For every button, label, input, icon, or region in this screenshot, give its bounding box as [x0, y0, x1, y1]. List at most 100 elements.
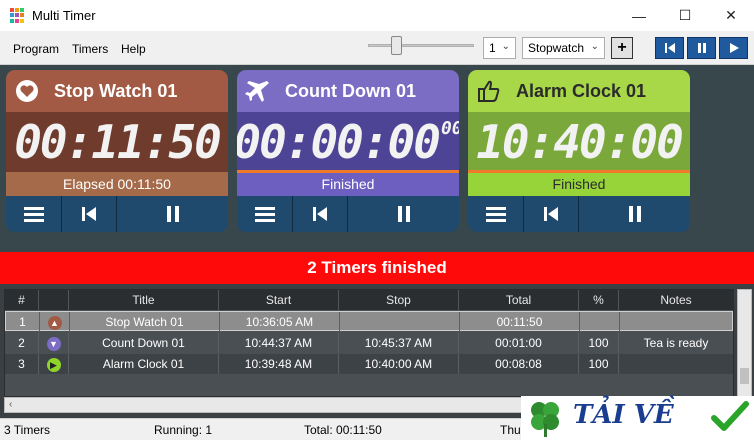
heart-icon	[14, 78, 40, 104]
card-pause-button[interactable]	[348, 196, 459, 232]
card-controls	[6, 196, 228, 232]
vertical-scrollbar[interactable]	[737, 289, 752, 397]
card-menu-button[interactable]	[6, 196, 62, 232]
scrollbar-thumb[interactable]	[740, 368, 749, 384]
menu-icon	[485, 207, 506, 222]
row-title: Count Down 01	[69, 333, 219, 353]
checkmark-icon	[711, 401, 749, 431]
timer-card-1: Stop Watch 01 00:11:50 Elapsed 00:11:50	[6, 70, 228, 232]
thumbs-up-icon	[476, 78, 502, 104]
clover-icon	[531, 402, 559, 437]
chevron-down-icon: ⌄	[501, 41, 510, 52]
card-controls	[237, 196, 459, 232]
row-notes	[620, 312, 732, 332]
card-menu-button[interactable]	[468, 196, 524, 232]
finished-banner: 2 Timers finished	[0, 252, 754, 284]
pause-icon	[628, 206, 641, 222]
play-icon	[729, 43, 739, 53]
col-header-stop[interactable]: Stop	[339, 290, 459, 310]
col-header-icon[interactable]	[39, 290, 69, 310]
table-row[interactable]: 1 ▲ Stop Watch 01 10:36:05 AM 00:11:50	[5, 311, 733, 332]
card-menu-button[interactable]	[237, 196, 293, 232]
skip-back-icon	[313, 207, 327, 221]
menu-help[interactable]: Help	[121, 42, 146, 56]
card-status: Elapsed 00:11:50	[63, 176, 171, 192]
volume-slider-track[interactable]	[368, 44, 474, 47]
row-percent: 100	[579, 333, 619, 353]
card-header: Alarm Clock 01	[468, 70, 690, 112]
col-header-percent[interactable]: %	[579, 290, 619, 310]
card-time-display: 00:00:00 00	[237, 112, 459, 172]
row-num: 3	[5, 354, 39, 374]
row-stop: 10:45:37 AM	[339, 333, 459, 353]
table-row[interactable]: 3 ▶ Alarm Clock 01 10:39:48 AM 10:40:00 …	[5, 354, 733, 374]
status-timer-count: 3 Timers	[4, 423, 51, 437]
timer-count-select[interactable]: 1 ⌄	[483, 37, 516, 59]
skip-back-icon	[82, 207, 96, 221]
close-button[interactable]: ✕	[708, 0, 754, 31]
timer-type-value: Stopwatch	[528, 41, 585, 55]
watermark-logo: TẢI VỀ	[521, 396, 754, 440]
title-bar: Multi Timer — ☐ ✕	[0, 0, 754, 31]
pause-all-button[interactable]	[687, 37, 716, 59]
start-all-button[interactable]	[719, 37, 748, 59]
row-total: 00:08:08	[459, 354, 579, 374]
timer-type-select[interactable]: Stopwatch ⌄	[522, 37, 605, 59]
row-percent: 100	[579, 354, 619, 374]
card-pause-button[interactable]	[117, 196, 228, 232]
menu-timers[interactable]: Timers	[72, 42, 108, 56]
reset-all-button[interactable]	[655, 37, 684, 59]
add-timer-button[interactable]: +	[611, 37, 633, 59]
card-title: Count Down 01	[285, 81, 416, 101]
card-time: 00:00:00	[237, 115, 441, 169]
minimize-button[interactable]: —	[616, 0, 662, 31]
card-reset-button[interactable]	[524, 196, 579, 232]
row-title: Stop Watch 01	[70, 312, 220, 332]
card-status: Finished	[321, 176, 375, 192]
chevron-up-icon: ▲	[47, 316, 62, 330]
card-title: Stop Watch 01	[54, 81, 178, 101]
col-header-notes[interactable]: Notes	[619, 290, 733, 310]
row-num: 2	[5, 333, 39, 353]
row-percent	[580, 312, 620, 332]
col-header-num[interactable]: #	[5, 290, 39, 310]
row-start: 10:39:48 AM	[219, 354, 339, 374]
col-header-start[interactable]: Start	[219, 290, 339, 310]
card-time: 10:40:00	[476, 115, 684, 169]
pause-icon	[697, 43, 706, 53]
maximize-button[interactable]: ☐	[662, 0, 708, 31]
table-row[interactable]: 2 ▼ Count Down 01 10:44:37 AM 10:45:37 A…	[5, 333, 733, 353]
timer-panel: Stop Watch 01 00:11:50 Elapsed 00:11:50 …	[0, 65, 754, 252]
row-stop	[340, 312, 460, 332]
card-time: 00:11:50	[14, 115, 222, 169]
timer-count-value: 1	[489, 41, 496, 55]
chevron-right-icon: ▶	[46, 358, 61, 372]
row-notes: Tea is ready	[643, 336, 709, 350]
menu-program[interactable]: Program	[13, 42, 59, 56]
row-total: 00:11:50	[460, 312, 580, 332]
chevron-left-icon[interactable]: ‹	[9, 399, 12, 410]
app-grid-icon	[10, 8, 25, 23]
card-header: Count Down 01	[237, 70, 459, 112]
skip-back-icon	[544, 207, 558, 221]
volume-slider-thumb[interactable]	[391, 36, 402, 55]
menu-icon	[254, 207, 275, 222]
card-controls	[468, 196, 690, 232]
card-pause-button[interactable]	[579, 196, 690, 232]
timer-card-2: Count Down 01 00:00:00 00 Finished	[237, 70, 459, 232]
card-title: Alarm Clock 01	[516, 81, 647, 101]
watermark-text: TẢI VỀ	[573, 400, 674, 430]
table-header: # Title Start Stop Total % Notes	[5, 290, 733, 310]
col-header-title[interactable]: Title	[69, 290, 219, 310]
card-time-display: 10:40:00	[468, 112, 690, 172]
row-start: 10:44:37 AM	[219, 333, 339, 353]
chevron-down-icon: ▼	[46, 337, 61, 351]
airplane-icon	[245, 78, 271, 104]
menu-icon	[23, 207, 44, 222]
skip-back-icon	[664, 43, 675, 53]
status-total: Total: 00:11:50	[304, 423, 382, 437]
row-stop: 10:40:00 AM	[339, 354, 459, 374]
card-reset-button[interactable]	[293, 196, 348, 232]
col-header-total[interactable]: Total	[459, 290, 579, 310]
card-reset-button[interactable]	[62, 196, 117, 232]
